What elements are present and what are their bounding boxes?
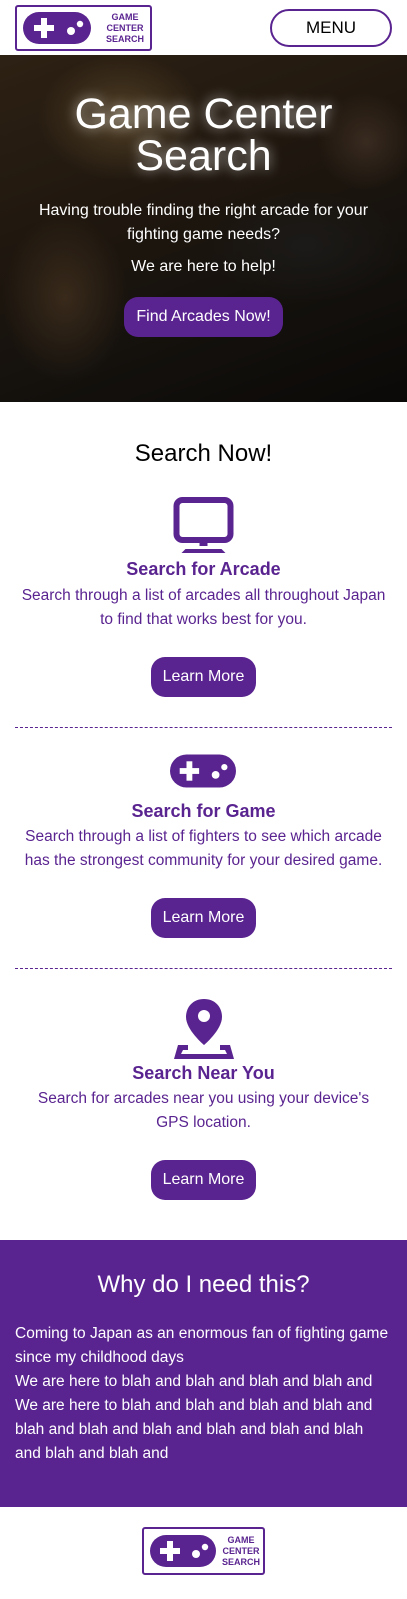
hero-title-line: Search	[135, 132, 272, 180]
logo-line: GAME	[111, 12, 139, 22]
learn-more-button[interactable]: Learn More	[151, 1160, 256, 1200]
feature-description: Search through a list of fighters to see…	[24, 828, 383, 869]
hero-help-text: We are here to help!	[131, 258, 276, 275]
section-divider	[15, 727, 392, 728]
logo-line: CENTER	[222, 1546, 260, 1556]
why-body: Coming to Japan as an enormous fan of fi…	[15, 1322, 392, 1466]
hero-title: Game Center Search	[0, 90, 407, 180]
why-title: Why do I need this?	[97, 1271, 310, 1298]
why-section: Why do I need this? Coming to Japan as a…	[0, 1240, 407, 1507]
find-arcades-button[interactable]: Find Arcades Now!	[124, 297, 283, 337]
learn-more-button[interactable]: Learn More	[151, 657, 256, 697]
logo-line: SEARCH	[221, 1557, 260, 1567]
monitor-icon	[173, 497, 234, 553]
logo-line: CENTER	[106, 23, 144, 33]
feature-title: Search for Arcade	[126, 559, 281, 579]
learn-more-button[interactable]: Learn More	[151, 898, 256, 938]
site-header: GAME CENTER SEARCH MENU	[0, 0, 407, 55]
hero-subtitle: Having trouble finding the right arcade …	[38, 202, 369, 243]
logo-line: SEARCH	[105, 34, 144, 44]
gamepad-logo-icon	[23, 12, 91, 44]
feature-description: Search through a list of arcades all thr…	[21, 587, 386, 628]
location-pin-icon	[174, 999, 234, 1059]
why-paragraph: Coming to Japan as an enormous fan of fi…	[15, 1325, 389, 1366]
gamepad-icon	[170, 754, 236, 788]
footer-logo[interactable]: GAME CENTER SEARCH	[142, 1527, 265, 1575]
logo-line: GAME	[227, 1535, 255, 1545]
section-divider	[15, 968, 392, 969]
gamepad-logo-icon	[150, 1535, 216, 1567]
menu-button[interactable]: MENU	[270, 9, 392, 47]
feature-description: Search for arcades near you using your d…	[37, 1090, 370, 1131]
logo-wordmark: GAME CENTER SEARCH	[101, 12, 149, 45]
search-section-title: Search Now!	[134, 440, 273, 467]
feature-title: Search Near You	[132, 1063, 275, 1083]
logo-wordmark: GAME CENTER SEARCH	[219, 1535, 263, 1568]
site-logo[interactable]: GAME CENTER SEARCH	[15, 5, 152, 51]
why-paragraph: We are here to blah and blah and blah an…	[15, 1373, 373, 1462]
hero-banner: Game Center Search Having trouble findin…	[0, 55, 407, 402]
hero-title-line: Game Center	[74, 90, 333, 138]
feature-title: Search for Game	[131, 801, 276, 821]
